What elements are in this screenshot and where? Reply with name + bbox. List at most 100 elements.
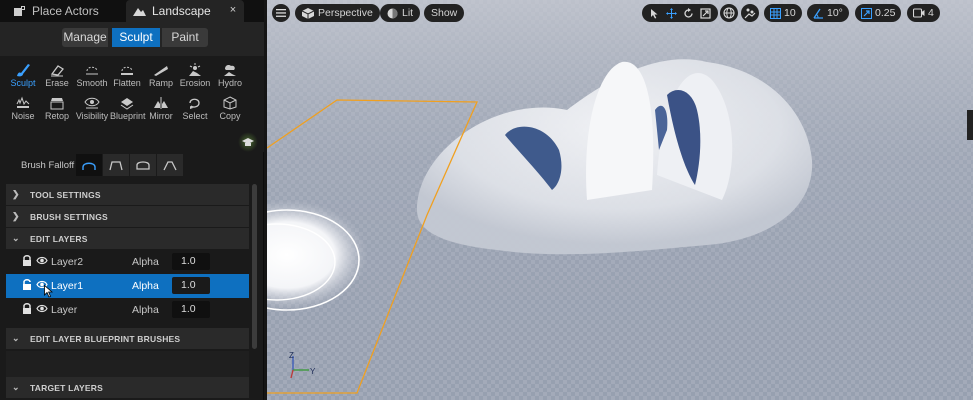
smooth-icon — [86, 66, 98, 75]
tool-erase[interactable]: Erase — [40, 63, 74, 93]
move-icon — [666, 7, 677, 19]
visibility-icon — [84, 97, 100, 109]
tool-label: Visibility — [75, 111, 109, 121]
scale-snap-button[interactable]: 0.25 — [855, 4, 902, 22]
tab-place-actors[interactable]: Place Actors — [6, 0, 124, 22]
tool-label: Erase — [45, 78, 69, 88]
section-brush-settings[interactable]: ❯ BRUSH SETTINGS — [6, 206, 249, 227]
tool-mirror[interactable]: Mirror — [144, 96, 178, 126]
tool-copy[interactable]: Copy — [213, 96, 247, 126]
unlock-icon[interactable] — [22, 279, 32, 291]
falloff-tip-button[interactable] — [157, 154, 183, 176]
chevron-right-icon: ❯ — [12, 211, 20, 221]
mode-sculpt-button[interactable]: Sculpt — [112, 28, 160, 47]
panel-scrollbar[interactable] — [252, 184, 257, 349]
surface-snapping-button[interactable] — [741, 4, 759, 22]
translate-mode-button[interactable] — [663, 4, 680, 22]
grid-snap-button[interactable]: 10 — [764, 4, 802, 22]
tool-label: Copy — [219, 111, 241, 121]
tool-palette: Sculpt Erase Smooth Flatten Ramp Erosion… — [0, 56, 264, 152]
layer-row-layer2[interactable]: Layer2 Alpha 1.0 — [6, 250, 249, 274]
camera-icon — [913, 8, 925, 18]
tool-label: Smooth — [76, 78, 108, 88]
tool-label: Sculpt — [10, 78, 36, 88]
layer-name: Layer1 — [51, 280, 84, 292]
tool-label: Mirror — [149, 111, 173, 121]
camera-speed-value: 4 — [928, 7, 934, 19]
rotate-mode-button[interactable] — [680, 4, 697, 22]
axis-gizmo: Z Y — [287, 351, 317, 382]
view-mode-label: Perspective — [318, 7, 373, 19]
tool-flatten[interactable]: Flatten — [110, 63, 144, 93]
chevron-right-icon: ❯ — [12, 189, 20, 199]
camera-speed-button[interactable]: 4 — [907, 4, 940, 22]
layer-row-layer[interactable]: Layer Alpha 1.0 — [6, 298, 249, 322]
tool-sculpt[interactable]: Sculpt — [6, 63, 40, 93]
blueprint-icon — [120, 98, 134, 110]
falloff-smooth-button[interactable] — [76, 154, 102, 176]
section-blueprint-brushes[interactable]: ⌄ EDIT LAYER BLUEPRINT BRUSHES — [6, 328, 249, 349]
axis-y-label: Y — [310, 367, 316, 376]
graduation-cap-icon[interactable] — [238, 132, 258, 152]
erosion-icon — [189, 63, 201, 76]
surface-snap-icon — [744, 8, 756, 19]
section-title: EDIT LAYERS — [30, 233, 88, 244]
tool-blueprint[interactable]: Blueprint — [110, 96, 146, 126]
hamburger-icon — [276, 9, 286, 17]
falloff-spherical-button[interactable] — [130, 154, 156, 176]
globe-icon — [723, 7, 735, 19]
tool-erosion[interactable]: Erosion — [178, 63, 212, 93]
layer-alpha-field[interactable]: 1.0 — [172, 301, 210, 318]
eye-icon[interactable] — [36, 304, 48, 313]
lock-icon[interactable] — [22, 303, 32, 315]
section-tool-settings[interactable]: ❯ TOOL SETTINGS — [6, 184, 249, 205]
section-target-layers[interactable]: ⌄ TARGET LAYERS — [6, 377, 249, 398]
scale-mode-button[interactable] — [697, 4, 714, 22]
section-edit-layers[interactable]: ⌄ EDIT LAYERS — [6, 228, 249, 249]
eye-icon[interactable] — [36, 256, 48, 265]
tool-smooth[interactable]: Smooth — [75, 63, 109, 93]
lit-label: Lit — [402, 7, 414, 19]
layer-alpha-field[interactable]: 1.0 — [172, 277, 210, 294]
select-icon — [189, 98, 200, 109]
linear-falloff-icon — [109, 160, 123, 170]
select-mode-button[interactable] — [646, 4, 663, 22]
mode-selector: Manage Sculpt Paint — [0, 22, 264, 56]
show-button[interactable]: Show — [424, 4, 465, 22]
tab-label: Place Actors — [32, 4, 99, 18]
panel-tab-bar: Place Actors Landscape × — [0, 0, 264, 22]
chevron-down-icon: ⌄ — [12, 382, 20, 392]
tool-label: Erosion — [179, 78, 211, 88]
layer-blend-mode: Alpha — [132, 304, 159, 316]
mode-paint-button[interactable]: Paint — [162, 28, 208, 47]
tool-label: Flatten — [113, 78, 141, 88]
layer-alpha-field[interactable]: 1.0 — [172, 253, 210, 270]
mode-manage-button[interactable]: Manage — [62, 28, 108, 47]
tool-select[interactable]: Select — [178, 96, 212, 126]
tool-noise[interactable]: Noise — [6, 96, 40, 126]
tip-falloff-icon — [163, 160, 177, 170]
smooth-falloff-icon — [82, 162, 96, 170]
scale-snap-icon — [861, 7, 872, 19]
section-title: BRUSH SETTINGS — [30, 211, 108, 222]
close-icon[interactable]: × — [226, 3, 240, 17]
tool-label: Noise — [11, 111, 35, 121]
tool-hydro[interactable]: Hydro — [213, 63, 247, 93]
coordinate-space-button[interactable] — [720, 4, 738, 22]
layer-row-layer1[interactable]: Layer1 Alpha 1.0 — [6, 274, 249, 298]
landscape-scene — [267, 0, 973, 400]
rotation-snap-button[interactable]: 10° — [807, 4, 849, 22]
transform-tools-group — [642, 4, 718, 22]
landscape-panel: Place Actors Landscape × Manage Sculpt P… — [0, 0, 264, 400]
spherical-falloff-icon — [136, 160, 150, 170]
level-viewport[interactable]: Perspective Lit Show 10 10° 0.25 4 Z Y — [267, 0, 973, 400]
perspective-button[interactable]: Perspective — [295, 4, 380, 22]
tool-retop[interactable]: Retop — [40, 96, 74, 126]
lock-icon[interactable] — [22, 255, 32, 267]
viewport-options-button[interactable] — [272, 4, 290, 22]
falloff-linear-button[interactable] — [103, 154, 129, 176]
tool-visibility[interactable]: Visibility — [75, 96, 109, 126]
lit-button[interactable]: Lit — [380, 4, 421, 22]
tool-ramp[interactable]: Ramp — [144, 63, 178, 93]
rotate-icon — [684, 7, 693, 18]
